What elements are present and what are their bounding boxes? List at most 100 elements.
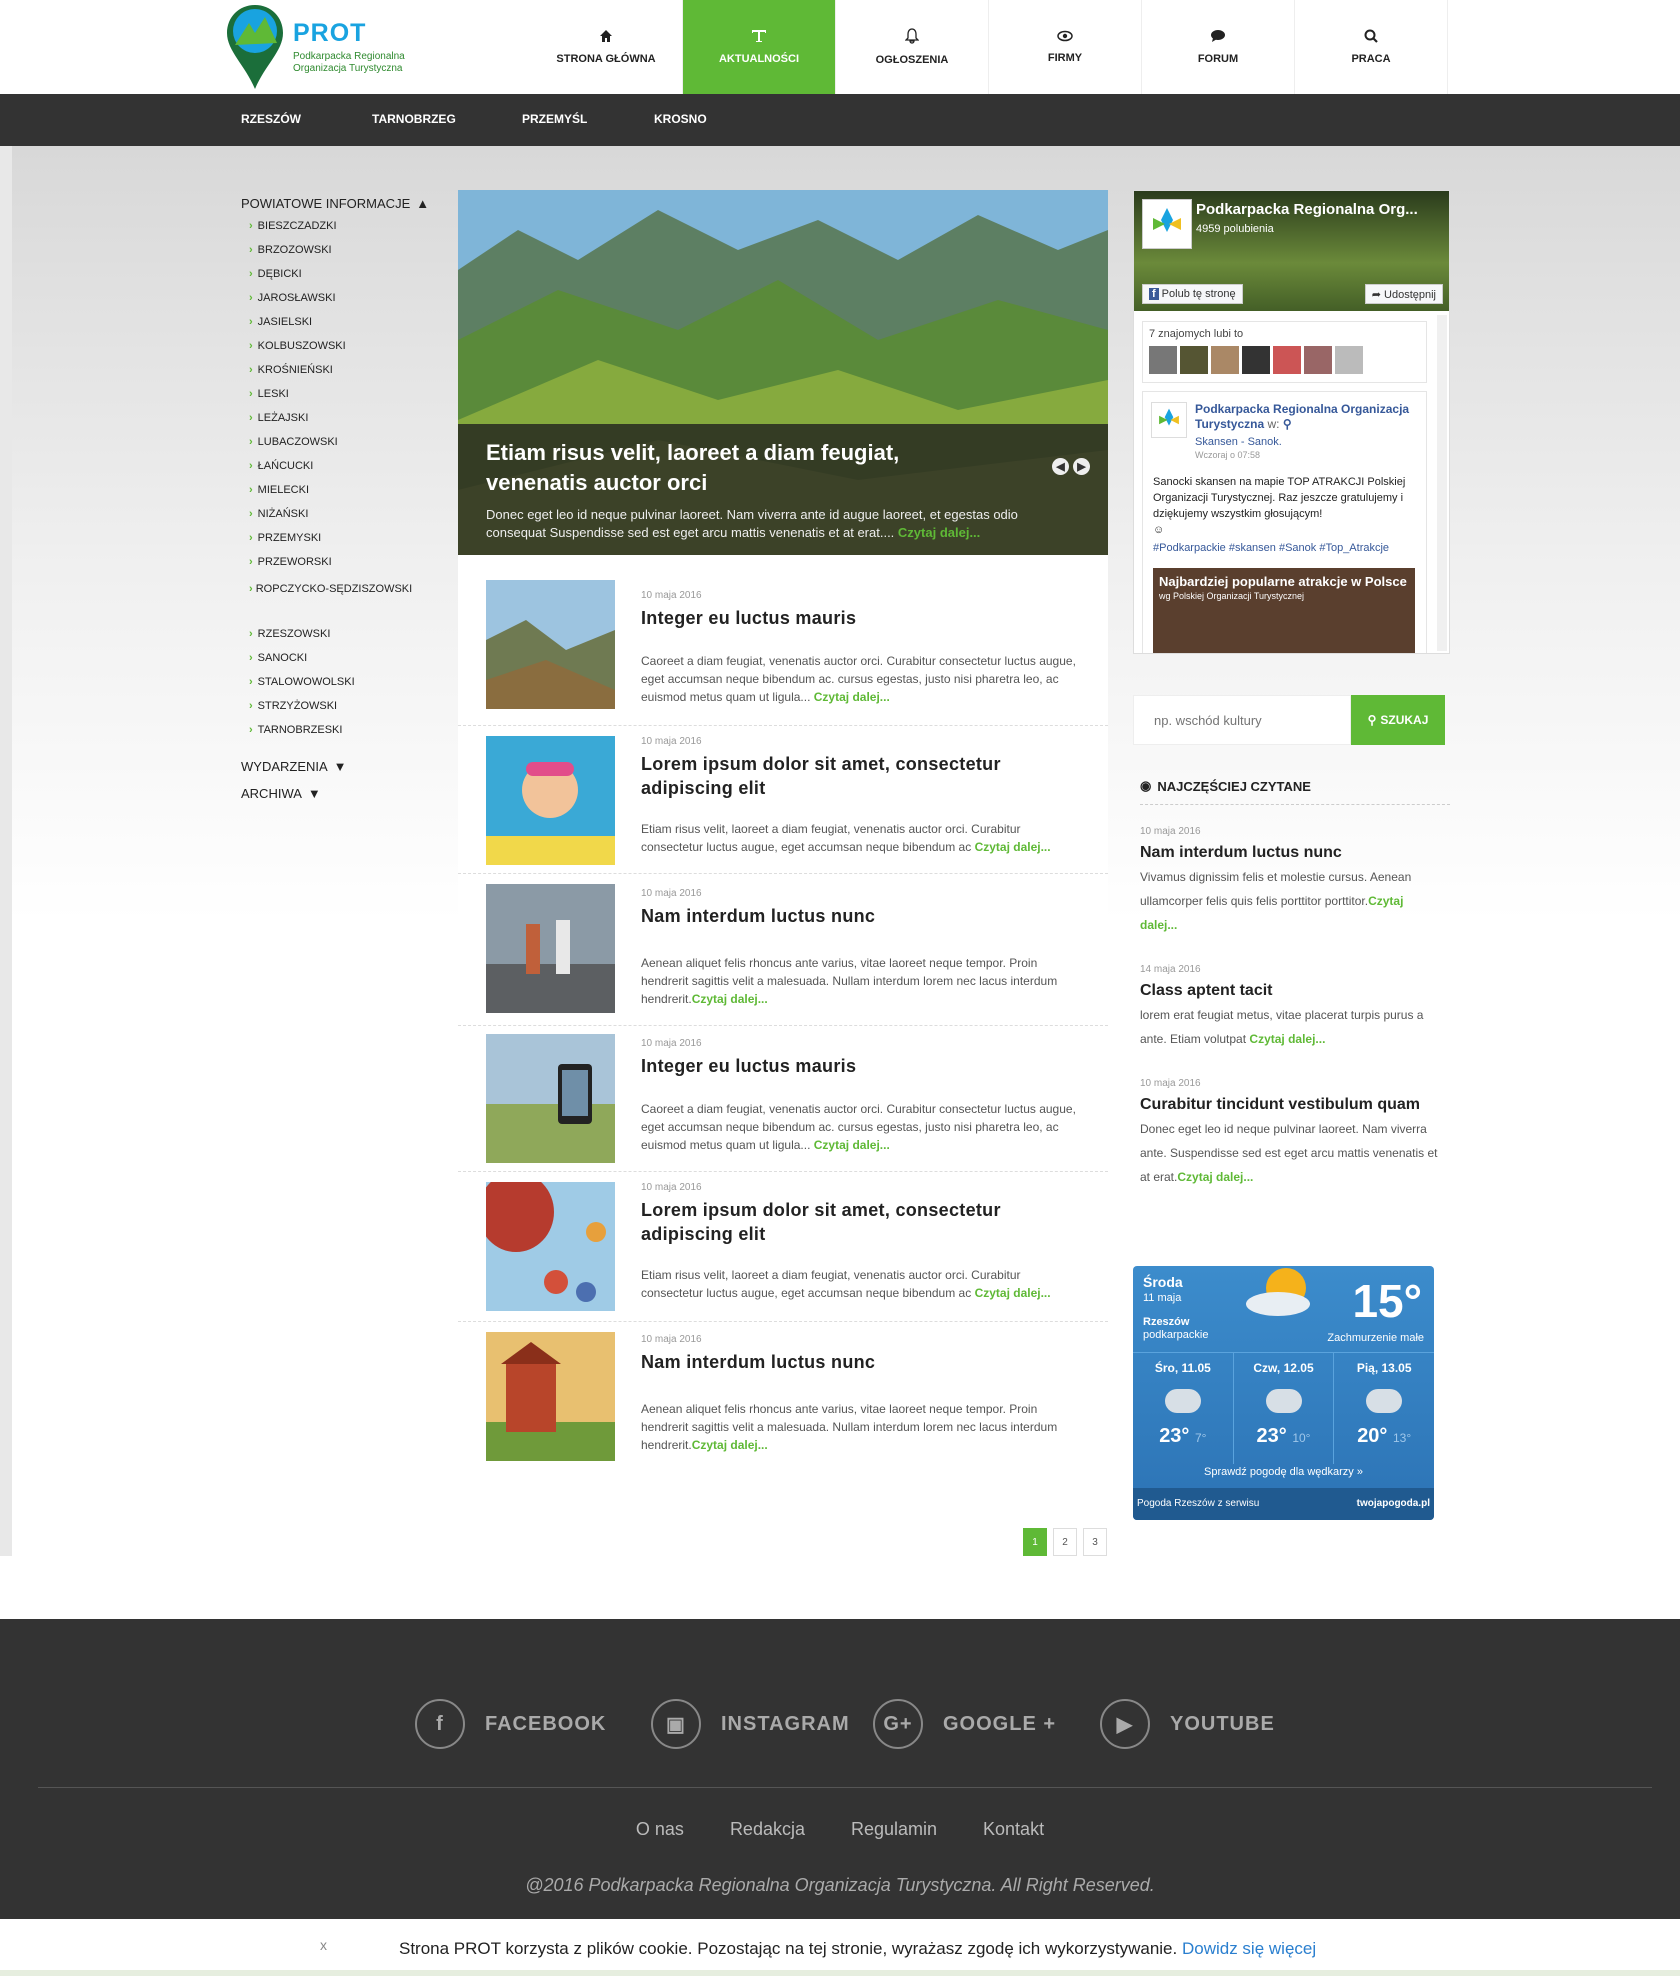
read-more-link[interactable]: Czytaj dalej... — [814, 1138, 890, 1152]
powiat-link[interactable]: › ROPCZYCKO-SĘDZISZOWSKI — [249, 577, 441, 625]
close-icon[interactable]: x — [320, 1937, 327, 1953]
article-title[interactable]: Nam interdum luctus nunc — [641, 904, 1071, 928]
powiat-link[interactable]: › SANOCKI — [249, 649, 441, 673]
article-thumbnail[interactable] — [486, 580, 615, 709]
friend-avatar[interactable] — [1180, 346, 1208, 374]
page-1[interactable]: 1 — [1023, 1528, 1047, 1556]
nav-home[interactable]: STRONA GŁÓWNA — [530, 0, 683, 94]
friend-avatar[interactable] — [1304, 346, 1332, 374]
article-title[interactable]: Nam interdum luctus nunc — [641, 1350, 1071, 1374]
friend-avatar[interactable] — [1273, 346, 1301, 374]
sidebar-section-powiaty[interactable]: POWIATOWE INFORMACJE ▲ — [241, 196, 441, 211]
powiat-link[interactable]: › JAROSŁAWSKI — [249, 289, 441, 313]
region-przemysl[interactable]: PRZEMYŚL — [522, 112, 587, 126]
read-more-link[interactable]: Czytaj dalej... — [814, 690, 890, 704]
sidebar-section-events[interactable]: WYDARZENIA ▼ — [241, 759, 441, 774]
post-author[interactable]: Podkarpacka Regionalna Organizacja Turys… — [1195, 402, 1415, 432]
chevron-left-icon[interactable]: ◀ — [1052, 458, 1069, 475]
powiat-link[interactable]: › RZESZOWSKI — [249, 625, 441, 649]
powiat-link[interactable]: › BRZOZOWSKI — [249, 241, 441, 265]
post-image[interactable]: Najbardziej popularne atrakcje w Polsce w… — [1153, 568, 1415, 653]
nav-forum[interactable]: FORUM — [1142, 0, 1295, 94]
popular-title[interactable]: Class aptent tacit — [1140, 979, 1440, 1003]
post-avatar[interactable] — [1151, 402, 1187, 438]
article-thumbnail[interactable] — [486, 736, 615, 865]
logo[interactable]: PROT Podkarpacka Regionalna Organizacja T… — [225, 3, 425, 91]
social-instagram[interactable]: ▣ INSTAGRAM — [651, 1699, 850, 1749]
powiat-link[interactable]: › PRZEWORSKI — [249, 553, 441, 577]
read-more-link[interactable]: Czytaj dalej... — [1177, 1170, 1253, 1184]
powiat-link[interactable]: › KOLBUSZOWSKI — [249, 337, 441, 361]
footer-link-editorial[interactable]: Redakcja — [730, 1819, 805, 1840]
chevron-right-icon[interactable]: ▶ — [1073, 458, 1090, 475]
footer-link-about[interactable]: O nas — [636, 1819, 684, 1840]
read-more-link[interactable]: Czytaj dalej... — [692, 992, 768, 1006]
powiat-link[interactable]: › LESKI — [249, 385, 441, 409]
hero-read-more[interactable]: Czytaj dalej... — [898, 525, 980, 540]
powiat-link[interactable]: › LUBACZOWSKI — [249, 433, 441, 457]
article-thumbnail[interactable] — [486, 884, 615, 1013]
search-button[interactable]: ⚲ SZUKAJ — [1351, 695, 1445, 745]
footer-link-contact[interactable]: Kontakt — [983, 1819, 1044, 1840]
powiat-link[interactable]: › BIESZCZADZKI — [249, 217, 441, 241]
article-thumbnail[interactable] — [486, 1332, 615, 1461]
facebook-like-button[interactable]: f Polub tę stronę — [1142, 284, 1243, 304]
read-more-link[interactable]: Czytaj dalej... — [975, 840, 1051, 854]
twojapogoda-link[interactable]: twojapogoda.pl — [1357, 1498, 1430, 1510]
social-google[interactable]: G+ GOOGLE + — [873, 1699, 1056, 1749]
site-footer: f FACEBOOK ▣ INSTAGRAM G+ GOOGLE + ▶ YOUTUBE… — [0, 1619, 1680, 1919]
search-input[interactable] — [1133, 695, 1351, 745]
popular-title[interactable]: Curabitur tincidunt vestibulum quam — [1140, 1093, 1440, 1117]
friend-avatar[interactable] — [1242, 346, 1270, 374]
post-tags[interactable]: #Podkarpackie #skansen #Sanok #Top_Atrak… — [1153, 542, 1421, 554]
article-thumbnail[interactable] — [486, 1034, 615, 1163]
powiat-link[interactable]: › NIŻAŃSKI — [249, 505, 441, 529]
article-title[interactable]: Lorem ipsum dolor sit amet, consectetur … — [641, 752, 1071, 800]
weather-fishing-link[interactable]: Sprawdź pogodę dla wędkarzy » — [1133, 1466, 1434, 1478]
page-3[interactable]: 3 — [1083, 1528, 1107, 1556]
powiat-link[interactable]: › JASIELSKI — [249, 313, 441, 337]
social-facebook[interactable]: f FACEBOOK — [415, 1699, 606, 1749]
nav-announcements[interactable]: OGŁOSZENIA — [836, 0, 989, 94]
facebook-page-name[interactable]: Podkarpacka Regionalna Org... — [1196, 201, 1418, 218]
powiat-link[interactable]: › ŁAŃCUCKI — [249, 457, 441, 481]
facebook-share-button[interactable]: ➦ Udostępnij — [1364, 284, 1443, 304]
powiat-link[interactable]: › MIELECKI — [249, 481, 441, 505]
hero-slider[interactable]: Etiam risus velit, laoreet a diam feugia… — [458, 190, 1108, 555]
friend-avatar[interactable] — [1335, 346, 1363, 374]
social-youtube[interactable]: ▶ YOUTUBE — [1100, 1699, 1275, 1749]
region-krosno[interactable]: KROSNO — [654, 112, 707, 126]
footer-link-terms[interactable]: Regulamin — [851, 1819, 937, 1840]
friend-avatar[interactable] — [1211, 346, 1239, 374]
hero-title[interactable]: Etiam risus velit, laoreet a diam feugia… — [486, 438, 956, 498]
powiat-link[interactable]: › LEŻAJSKI — [249, 409, 441, 433]
nav-news[interactable]: AKTUALNOŚCI — [683, 0, 836, 94]
nav-jobs[interactable]: PRACA — [1295, 0, 1448, 94]
sidebar-section-archive[interactable]: ARCHIWA ▼ — [241, 786, 441, 801]
read-more-link[interactable]: Czytaj dalej... — [975, 1286, 1051, 1300]
facebook-avatar[interactable] — [1142, 199, 1192, 249]
powiat-link[interactable]: › KROŚNIEŃSKI — [249, 361, 441, 385]
cookie-more-link[interactable]: Dowidz się więcej — [1182, 1939, 1316, 1958]
powiat-link[interactable]: › STRZYŻOWSKI — [249, 697, 441, 721]
article-title[interactable]: Integer eu luctus mauris — [641, 606, 1071, 630]
powiat-link[interactable]: › TARNOBRZESKI — [249, 721, 441, 745]
page-2[interactable]: 2 — [1053, 1528, 1077, 1556]
nav-companies[interactable]: FIRMY — [989, 0, 1142, 94]
post-location[interactable]: Skansen - Sanok. — [1195, 436, 1282, 448]
facebook-scrollbar[interactable] — [1437, 315, 1447, 651]
friend-avatar[interactable] — [1149, 346, 1177, 374]
powiat-link[interactable]: › DĘBICKI — [249, 265, 441, 289]
site-header: PROT Podkarpacka Regionalna Organizacja T… — [0, 0, 1680, 94]
region-rzeszow[interactable]: RZESZÓW — [241, 112, 301, 126]
powiat-link[interactable]: › STALOWOWOLSKI — [249, 673, 441, 697]
region-tarnobrzeg[interactable]: TARNOBRZEG — [372, 112, 456, 126]
article-title[interactable]: Lorem ipsum dolor sit amet, consectetur … — [641, 1198, 1071, 1246]
read-more-link[interactable]: Czytaj dalej... — [1249, 1032, 1325, 1046]
article-item: 10 maja 2016 Lorem ipsum dolor sit amet,… — [458, 726, 1108, 874]
article-title[interactable]: Integer eu luctus mauris — [641, 1054, 1071, 1078]
popular-title[interactable]: Nam interdum luctus nunc — [1140, 841, 1440, 865]
read-more-link[interactable]: Czytaj dalej... — [692, 1438, 768, 1452]
article-thumbnail[interactable] — [486, 1182, 615, 1311]
powiat-link[interactable]: › PRZEMYSKI — [249, 529, 441, 553]
